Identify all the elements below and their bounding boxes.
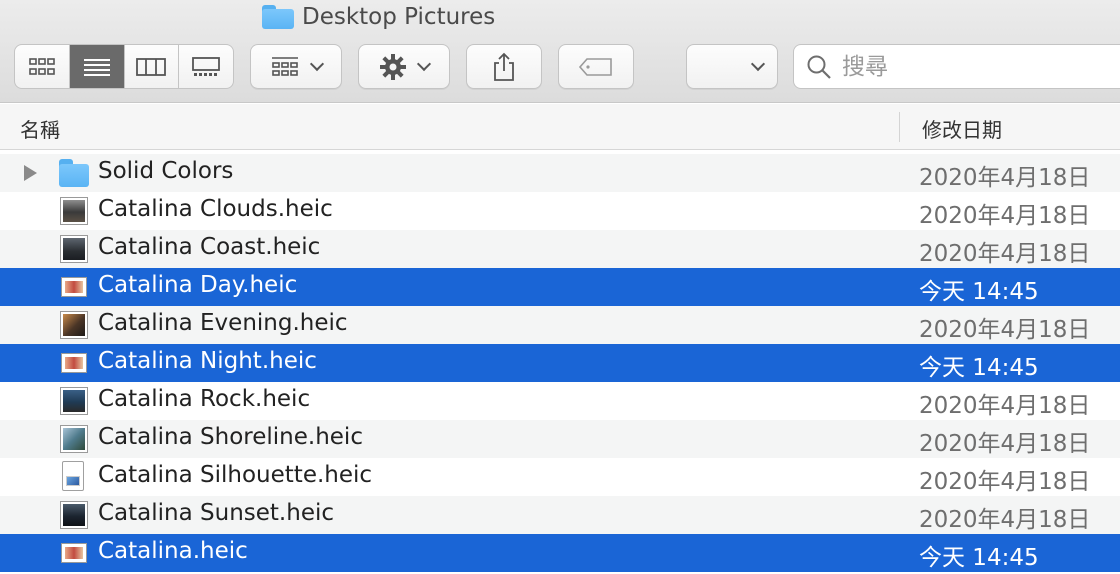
list-item[interactable]: Catalina Clouds.heic 2020年4月18日 bbox=[0, 192, 1120, 230]
gear-icon bbox=[380, 53, 406, 80]
group-icon bbox=[272, 56, 298, 76]
file-date: 2020年4月18日 bbox=[919, 165, 1091, 191]
file-date: 今天 14:45 bbox=[919, 355, 1039, 381]
path-dropdown[interactable] bbox=[686, 44, 778, 89]
file-date: 2020年4月18日 bbox=[919, 241, 1091, 267]
column-header-date-modified[interactable]: 修改日期 bbox=[922, 114, 1002, 143]
file-list: Solid Colors 2020年4月18日 Catalina Clouds.… bbox=[0, 154, 1120, 572]
grid-icon bbox=[29, 57, 55, 75]
file-name: Catalina Night.heic bbox=[98, 348, 317, 374]
search-icon bbox=[807, 55, 831, 79]
tag-button[interactable] bbox=[558, 44, 634, 89]
list-item[interactable]: Catalina Night.heic 今天 14:45 bbox=[0, 344, 1120, 382]
file-name: Catalina Day.heic bbox=[98, 272, 298, 298]
file-name: Catalina Shoreline.heic bbox=[98, 424, 363, 450]
file-name: Catalina Rock.heic bbox=[98, 386, 311, 412]
column-header: 名稱 修改日期 bbox=[0, 104, 1120, 150]
file-name: Catalina Coast.heic bbox=[98, 234, 321, 260]
action-button[interactable] bbox=[358, 44, 450, 89]
list-item[interactable]: Catalina Shoreline.heic 2020年4月18日 bbox=[0, 420, 1120, 458]
list-item[interactable]: Solid Colors 2020年4月18日 bbox=[0, 154, 1120, 192]
image-thumbnail-icon bbox=[61, 543, 87, 563]
view-mode-segmented-control bbox=[14, 44, 234, 89]
file-date: 今天 14:45 bbox=[919, 279, 1039, 305]
list-view-button[interactable] bbox=[69, 45, 125, 88]
gallery-icon bbox=[192, 56, 221, 76]
list-item[interactable]: Catalina Rock.heic 2020年4月18日 bbox=[0, 382, 1120, 420]
search-field[interactable] bbox=[793, 44, 1120, 89]
file-date: 今天 14:45 bbox=[919, 545, 1039, 571]
image-thumbnail-icon bbox=[61, 236, 87, 262]
share-button[interactable] bbox=[466, 44, 542, 89]
columns-icon bbox=[136, 57, 167, 76]
folder-icon bbox=[59, 159, 89, 187]
image-thumbnail-icon bbox=[61, 426, 87, 452]
window-title-text: Desktop Pictures bbox=[302, 4, 496, 30]
window-title: Desktop Pictures bbox=[262, 2, 495, 32]
list-icon bbox=[83, 58, 110, 76]
file-name: Solid Colors bbox=[98, 158, 234, 184]
column-view-button[interactable] bbox=[125, 45, 180, 88]
document-icon bbox=[62, 461, 84, 491]
list-item[interactable]: Catalina Coast.heic 2020年4月18日 bbox=[0, 230, 1120, 268]
image-thumbnail-icon bbox=[61, 277, 87, 297]
toolbar: Desktop Pictures bbox=[0, 0, 1120, 103]
group-button[interactable] bbox=[250, 44, 342, 89]
disclosure-triangle-icon[interactable] bbox=[24, 165, 37, 181]
file-name: Catalina Clouds.heic bbox=[98, 196, 333, 222]
folder-icon bbox=[262, 5, 294, 29]
list-item[interactable]: Catalina Silhouette.heic 2020年4月18日 bbox=[0, 458, 1120, 496]
file-date: 2020年4月18日 bbox=[919, 203, 1091, 229]
file-date: 2020年4月18日 bbox=[919, 431, 1091, 457]
file-date: 2020年4月18日 bbox=[919, 393, 1091, 419]
file-name: Catalina Silhouette.heic bbox=[98, 462, 373, 488]
column-divider[interactable] bbox=[899, 112, 900, 142]
image-thumbnail-icon bbox=[61, 312, 87, 338]
image-thumbnail-icon bbox=[61, 388, 87, 414]
file-date: 2020年4月18日 bbox=[919, 317, 1091, 343]
list-item[interactable]: Catalina.heic 今天 14:45 bbox=[0, 534, 1120, 572]
search-input[interactable] bbox=[842, 53, 1102, 80]
chevron-down-icon bbox=[750, 56, 766, 71]
image-thumbnail-icon bbox=[61, 353, 87, 373]
file-date: 2020年4月18日 bbox=[919, 507, 1091, 533]
image-thumbnail-icon bbox=[61, 502, 87, 528]
file-name: Catalina Sunset.heic bbox=[98, 500, 335, 526]
share-icon bbox=[494, 52, 514, 81]
image-thumbnail-icon bbox=[61, 198, 87, 224]
file-date: 2020年4月18日 bbox=[919, 469, 1091, 495]
file-name: Catalina.heic bbox=[98, 538, 248, 564]
chevron-down-icon bbox=[309, 56, 325, 71]
chevron-down-icon bbox=[416, 56, 432, 71]
column-header-name[interactable]: 名稱 bbox=[20, 114, 60, 143]
file-name: Catalina Evening.heic bbox=[98, 310, 348, 336]
icon-view-button[interactable] bbox=[15, 45, 70, 88]
list-item[interactable]: Catalina Evening.heic 2020年4月18日 bbox=[0, 306, 1120, 344]
list-item[interactable]: Catalina Day.heic 今天 14:45 bbox=[0, 268, 1120, 306]
list-item[interactable]: Catalina Sunset.heic 2020年4月18日 bbox=[0, 496, 1120, 534]
gallery-view-button[interactable] bbox=[179, 45, 233, 88]
tag-icon bbox=[578, 57, 612, 76]
